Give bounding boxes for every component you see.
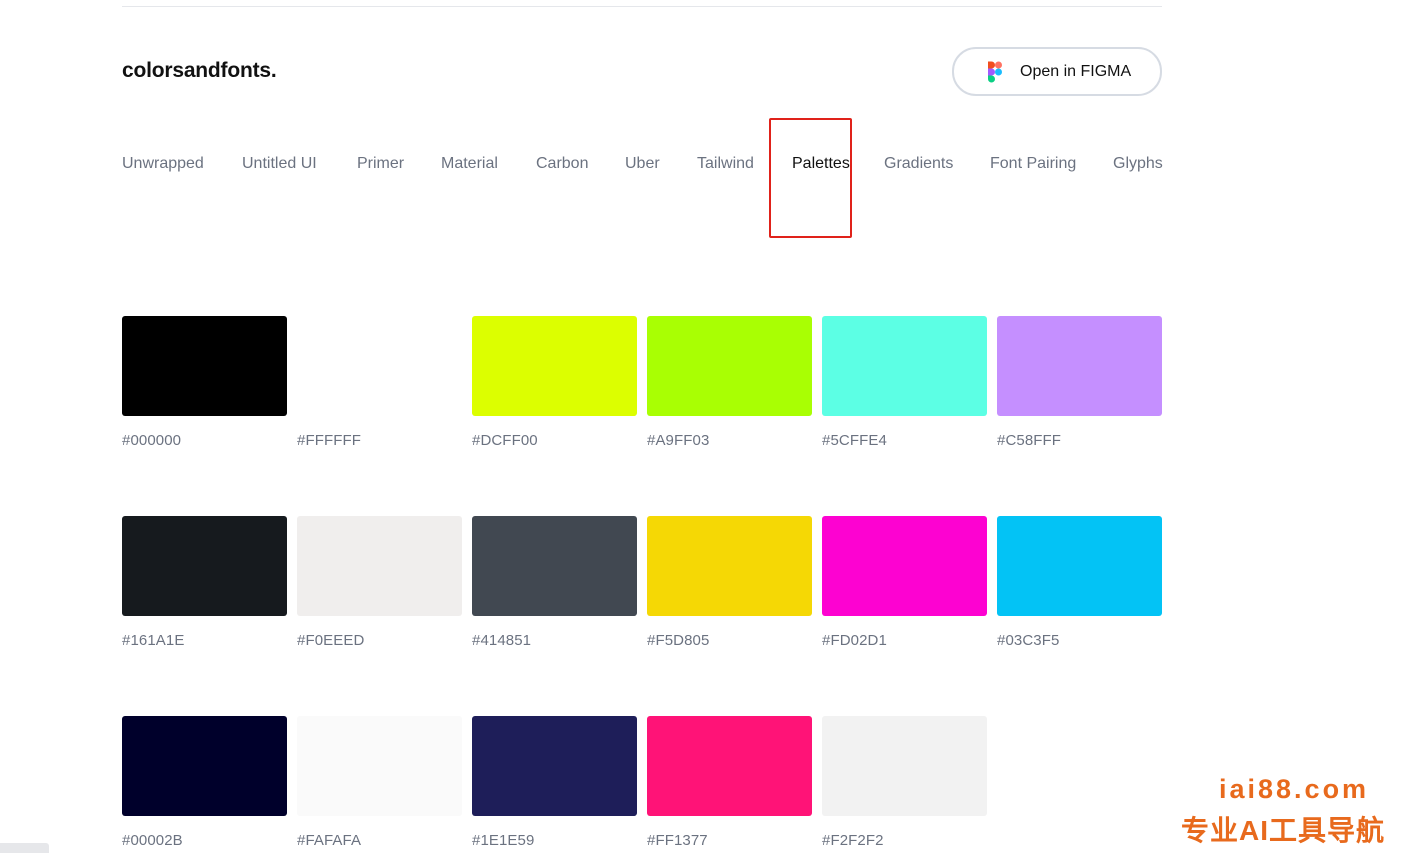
color-swatch[interactable]	[122, 516, 287, 616]
brand-logo[interactable]: colorsandfonts.	[122, 59, 277, 83]
color-hex-label: #414851	[472, 632, 532, 649]
color-swatch[interactable]	[297, 316, 462, 416]
color-hex-label: #03C3F5	[997, 632, 1060, 649]
figma-logo-icon	[988, 61, 1002, 83]
color-swatch[interactable]	[122, 716, 287, 816]
watermark-tagline: 专业AI工具导航	[1181, 815, 1386, 846]
color-swatch[interactable]	[647, 316, 812, 416]
tab-uber[interactable]: Uber	[625, 155, 660, 173]
palettes-tab-highlight	[769, 118, 852, 238]
tab-untitled-ui[interactable]: Untitled UI	[242, 155, 317, 173]
color-hex-label: #161A1E	[122, 632, 185, 649]
tab-material[interactable]: Material	[441, 155, 498, 173]
color-swatch[interactable]	[647, 516, 812, 616]
color-swatch[interactable]	[822, 516, 987, 616]
color-swatch[interactable]	[997, 516, 1162, 616]
tab-primer[interactable]: Primer	[357, 155, 404, 173]
tab-tailwind[interactable]: Tailwind	[697, 155, 754, 173]
tab-glyphs[interactable]: Glyphs	[1113, 155, 1163, 173]
tab-font-pairing[interactable]: Font Pairing	[990, 155, 1076, 173]
color-swatch[interactable]	[122, 316, 287, 416]
color-hex-label: #5CFFE4	[822, 432, 887, 449]
color-swatch[interactable]	[472, 716, 637, 816]
color-hex-label: #00002B	[122, 832, 183, 849]
open-in-figma-button[interactable]: Open in FIGMA	[952, 47, 1162, 96]
color-hex-label: #FF1377	[647, 832, 708, 849]
color-swatch[interactable]	[822, 316, 987, 416]
open-in-figma-label: Open in FIGMA	[1020, 62, 1132, 80]
color-swatch[interactable]	[297, 716, 462, 816]
color-hex-label: #1E1E59	[472, 832, 535, 849]
page: colorsandfonts. Open in FIGMA Unwrapped …	[0, 0, 1421, 853]
figma-logo-blue-dot	[995, 68, 1002, 75]
color-hex-label: #FD02D1	[822, 632, 887, 649]
watermark-domain: iai88.com	[1219, 774, 1370, 804]
palette-nav-tabs: Unwrapped Untitled UI Primer Material Ca…	[122, 155, 1163, 177]
color-hex-label: #DCFF00	[472, 432, 538, 449]
color-hex-label: #C58FFF	[997, 432, 1062, 449]
tab-carbon[interactable]: Carbon	[536, 155, 588, 173]
color-hex-label: #A9FF03	[647, 432, 710, 449]
color-swatch[interactable]	[472, 316, 637, 416]
color-swatch[interactable]	[997, 316, 1162, 416]
color-swatch[interactable]	[472, 516, 637, 616]
figma-logo-purple-fill	[988, 68, 992, 75]
color-hex-label: #000000	[122, 432, 182, 449]
color-hex-label: #F2F2F2	[822, 832, 884, 849]
color-swatch[interactable]	[822, 716, 987, 816]
color-hex-label: #F5D805	[647, 632, 710, 649]
color-swatch[interactable]	[647, 716, 812, 816]
tab-gradients[interactable]: Gradients	[884, 155, 953, 173]
color-hex-label: #F0EEED	[297, 632, 365, 649]
color-hex-label: #FFFFFF	[297, 432, 362, 449]
figma-logo-green-fill	[988, 75, 992, 79]
figma-logo-orange-fill	[988, 61, 992, 68]
color-hex-label: #FAFAFA	[297, 832, 362, 849]
color-swatch[interactable]	[297, 516, 462, 616]
figma-logo-salmon-dot	[995, 61, 1002, 68]
top-divider	[122, 6, 1162, 7]
tab-unwrapped[interactable]: Unwrapped	[122, 155, 204, 173]
corner-tab	[0, 843, 49, 853]
